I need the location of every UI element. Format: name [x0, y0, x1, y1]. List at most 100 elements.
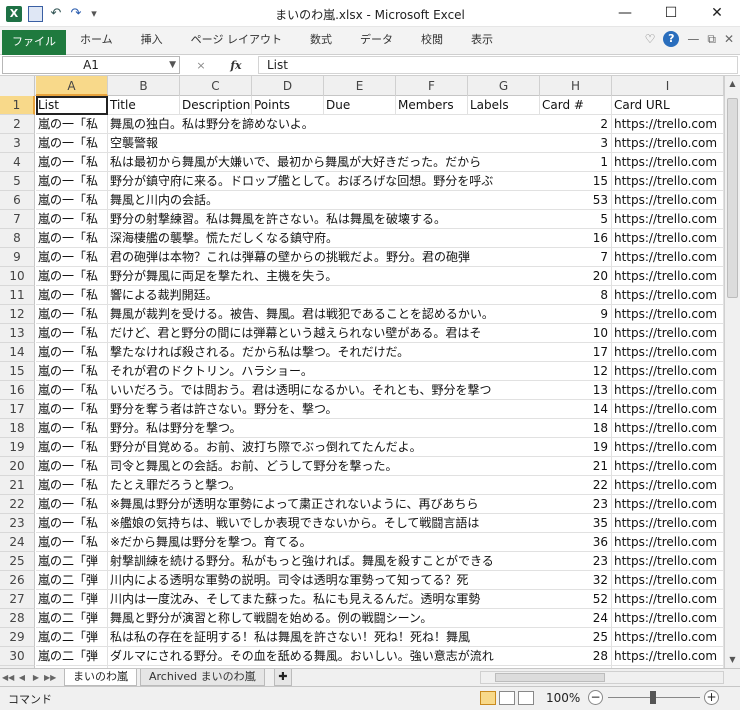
- row-header[interactable]: 24: [0, 533, 35, 552]
- row-header[interactable]: 12: [0, 305, 35, 324]
- row-header[interactable]: 20: [0, 457, 35, 476]
- tab-page-layout[interactable]: ページ レイアウト: [177, 27, 296, 55]
- cell-list[interactable]: 嵐の一「私: [36, 419, 108, 438]
- cell-list[interactable]: 嵐の一「私: [36, 248, 108, 267]
- cell-title[interactable]: 私は私の存在を証明する！私は舞風を許さない！死ね！死ね！舞風: [108, 628, 540, 647]
- row-header[interactable]: 19: [0, 438, 35, 457]
- column-header-h[interactable]: H: [540, 76, 612, 96]
- cell-title[interactable]: 舞風と野分が演習と称して戦闘を始める。例の戦闘シーン。: [108, 609, 540, 628]
- cancel-icon[interactable]: ×: [196, 59, 205, 72]
- cell-card-number[interactable]: 18: [540, 419, 612, 438]
- column-header-a[interactable]: A: [36, 76, 108, 96]
- cell-card-url[interactable]: https://trello.com: [612, 324, 724, 343]
- cell-card-url[interactable]: https://trello.com: [612, 134, 724, 153]
- page-break-view-icon[interactable]: [518, 691, 534, 705]
- header-cell-a[interactable]: List: [36, 96, 108, 115]
- cell-list[interactable]: 嵐の一「私: [36, 153, 108, 172]
- row-header[interactable]: 29: [0, 628, 35, 647]
- cell-card-url[interactable]: https://trello.com: [612, 115, 724, 134]
- row-header[interactable]: 7: [0, 210, 35, 229]
- cell-card-url[interactable]: https://trello.com: [612, 210, 724, 229]
- row-header[interactable]: 26: [0, 571, 35, 590]
- cell-title[interactable]: 野分が鎮守府に来る。ドロップ艦として。おぼろげな回想。野分を呼ぶ: [108, 172, 540, 191]
- row-header[interactable]: 17: [0, 400, 35, 419]
- cell-card-number[interactable]: 8: [540, 286, 612, 305]
- cell-list[interactable]: 嵐の一「私: [36, 400, 108, 419]
- cell-card-url[interactable]: https://trello.com: [612, 305, 724, 324]
- cell-card-url[interactable]: https://trello.com: [612, 571, 724, 590]
- cell-list[interactable]: 嵐の一「私: [36, 191, 108, 210]
- name-box[interactable]: A1 ▼: [2, 56, 180, 74]
- cell-list[interactable]: 嵐の二「弾: [36, 609, 108, 628]
- cell-list[interactable]: 嵐の一「私: [36, 343, 108, 362]
- cell-list[interactable]: 嵐の一「私: [36, 381, 108, 400]
- cell-list[interactable]: 嵐の一「私: [36, 210, 108, 229]
- sheet-tab-mainowa[interactable]: まいのわ嵐: [64, 669, 137, 686]
- cell-card-number[interactable]: 32: [540, 571, 612, 590]
- row-header[interactable]: 25: [0, 552, 35, 571]
- insert-sheet-icon[interactable]: ✚: [274, 669, 292, 686]
- minimize-button[interactable]: —: [602, 0, 648, 27]
- close-button[interactable]: ✕: [694, 0, 740, 27]
- cell-title[interactable]: ※だから舞風は野分を撃つ。育てる。: [108, 533, 540, 552]
- cell-card-url[interactable]: https://trello.com: [612, 419, 724, 438]
- cell-card-url[interactable]: https://trello.com: [612, 362, 724, 381]
- row-header[interactable]: 16: [0, 381, 35, 400]
- cell-card-number[interactable]: 12: [540, 362, 612, 381]
- cell-card-number[interactable]: 9: [540, 305, 612, 324]
- cell-list[interactable]: 嵐の一「私: [36, 324, 108, 343]
- workbook-minimize-button[interactable]: —: [687, 32, 699, 46]
- page-layout-view-icon[interactable]: [499, 691, 515, 705]
- column-header-i[interactable]: I: [612, 76, 724, 96]
- cell-title[interactable]: ※舞風は野分が透明な軍勢によって粛正されないように、再びあちら: [108, 495, 540, 514]
- cell-card-url[interactable]: https://trello.com: [612, 229, 724, 248]
- row-header[interactable]: 9: [0, 248, 35, 267]
- cell-list[interactable]: 嵐の二「弾: [36, 571, 108, 590]
- cell-card-url[interactable]: https://trello.com: [612, 533, 724, 552]
- prev-sheet-icon[interactable]: ◀: [16, 671, 28, 685]
- cell-title[interactable]: 射撃訓練を続ける野分。私がもっと強ければ。舞風を殺すことができる: [108, 552, 540, 571]
- cell-card-number[interactable]: 23: [540, 495, 612, 514]
- cell-title[interactable]: 川内は一度沈み、そしてまた蘇った。私にも見えるんだ。透明な軍勢: [108, 590, 540, 609]
- header-cell-b[interactable]: Title: [108, 96, 180, 115]
- cell-card-number[interactable]: 14: [540, 400, 612, 419]
- cell-card-number[interactable]: 53: [540, 191, 612, 210]
- header-cell-g[interactable]: Labels: [468, 96, 540, 115]
- workbook-close-button[interactable]: ✕: [724, 32, 734, 46]
- row-header[interactable]: 13: [0, 324, 35, 343]
- name-box-dropdown-icon[interactable]: ▼: [169, 57, 176, 73]
- cell-title[interactable]: いいだろう。では問おう。君は透明になるかい。それとも、野分を撃つ: [108, 381, 540, 400]
- cell-list[interactable]: 嵐の一「私: [36, 115, 108, 134]
- tab-home[interactable]: ホーム: [66, 27, 127, 55]
- cell-card-number[interactable]: 25: [540, 628, 612, 647]
- insert-function-icon[interactable]: fx: [230, 59, 241, 72]
- cell-card-url[interactable]: https://trello.com: [612, 153, 724, 172]
- row-header[interactable]: 10: [0, 267, 35, 286]
- row-header[interactable]: 14: [0, 343, 35, 362]
- row-header[interactable]: 30: [0, 647, 35, 666]
- cell-card-number[interactable]: 21: [540, 457, 612, 476]
- cell-card-url[interactable]: https://trello.com: [612, 248, 724, 267]
- header-cell-e[interactable]: Due: [324, 96, 396, 115]
- cell-card-number[interactable]: 19: [540, 438, 612, 457]
- cell-list[interactable]: 嵐の一「私: [36, 495, 108, 514]
- horizontal-scrollbar[interactable]: [480, 671, 724, 684]
- header-cell-c[interactable]: Description: [180, 96, 252, 115]
- cell-title[interactable]: 川内による透明な軍勢の説明。司令は透明な軍勢って知ってる？死: [108, 571, 540, 590]
- cell-card-url[interactable]: https://trello.com: [612, 381, 724, 400]
- row-header[interactable]: 22: [0, 495, 35, 514]
- row-header[interactable]: 3: [0, 134, 35, 153]
- cell-card-number[interactable]: 22: [540, 476, 612, 495]
- cell-list[interactable]: 嵐の一「私: [36, 362, 108, 381]
- zoom-slider-knob[interactable]: [650, 691, 656, 704]
- column-header-d[interactable]: D: [252, 76, 324, 96]
- row-header[interactable]: 2: [0, 115, 35, 134]
- cell-card-url[interactable]: https://trello.com: [612, 438, 724, 457]
- cell-title[interactable]: 君の砲弾は本物？これは弾幕の壁からの挑戦だよ。野分。君の砲弾: [108, 248, 540, 267]
- cell-list[interactable]: 嵐の一「私: [36, 533, 108, 552]
- cell-card-url[interactable]: https://trello.com: [612, 514, 724, 533]
- row-header[interactable]: 1: [0, 96, 35, 115]
- cell-card-number[interactable]: 5: [540, 210, 612, 229]
- zoom-in-button[interactable]: +: [704, 690, 719, 705]
- cell-list[interactable]: 嵐の二「弾: [36, 628, 108, 647]
